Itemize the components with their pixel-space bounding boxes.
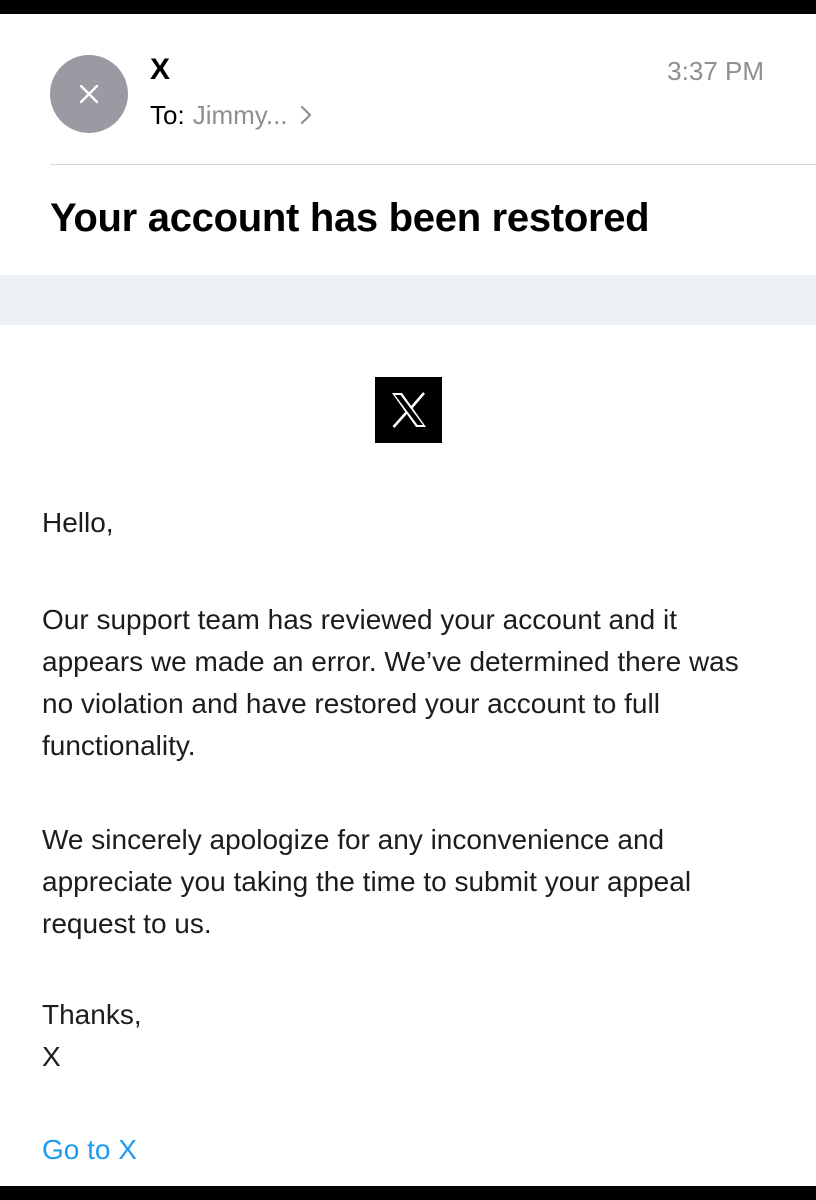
to-label: To: bbox=[150, 100, 185, 130]
x-logo-icon bbox=[375, 377, 442, 443]
sender-name[interactable]: X bbox=[150, 52, 170, 88]
sender-avatar[interactable] bbox=[50, 55, 128, 133]
email-signoff: Thanks, bbox=[42, 999, 142, 1030]
email-paragraph: Our support team has reviewed your accou… bbox=[42, 604, 739, 761]
email-screen: X To: Jimmy... 3:37 PM Your account has … bbox=[0, 14, 816, 1186]
chevron-right-icon[interactable] bbox=[300, 105, 312, 125]
email-paragraph: We sincerely apologize for any inconveni… bbox=[42, 824, 692, 939]
header-divider bbox=[50, 164, 816, 165]
email-banner-band bbox=[0, 275, 816, 325]
recipient-line[interactable]: To: Jimmy... bbox=[150, 98, 312, 132]
recipient-name[interactable]: Jimmy... bbox=[193, 98, 288, 132]
email-timestamp: 3:37 PM bbox=[667, 56, 764, 86]
x-letter-icon bbox=[79, 84, 99, 104]
email-signature: X bbox=[42, 1041, 61, 1072]
go-to-x-link[interactable]: Go to X bbox=[42, 1129, 137, 1171]
email-subject: Your account has been restored bbox=[50, 196, 650, 240]
email-greeting: Hello, bbox=[42, 507, 114, 538]
